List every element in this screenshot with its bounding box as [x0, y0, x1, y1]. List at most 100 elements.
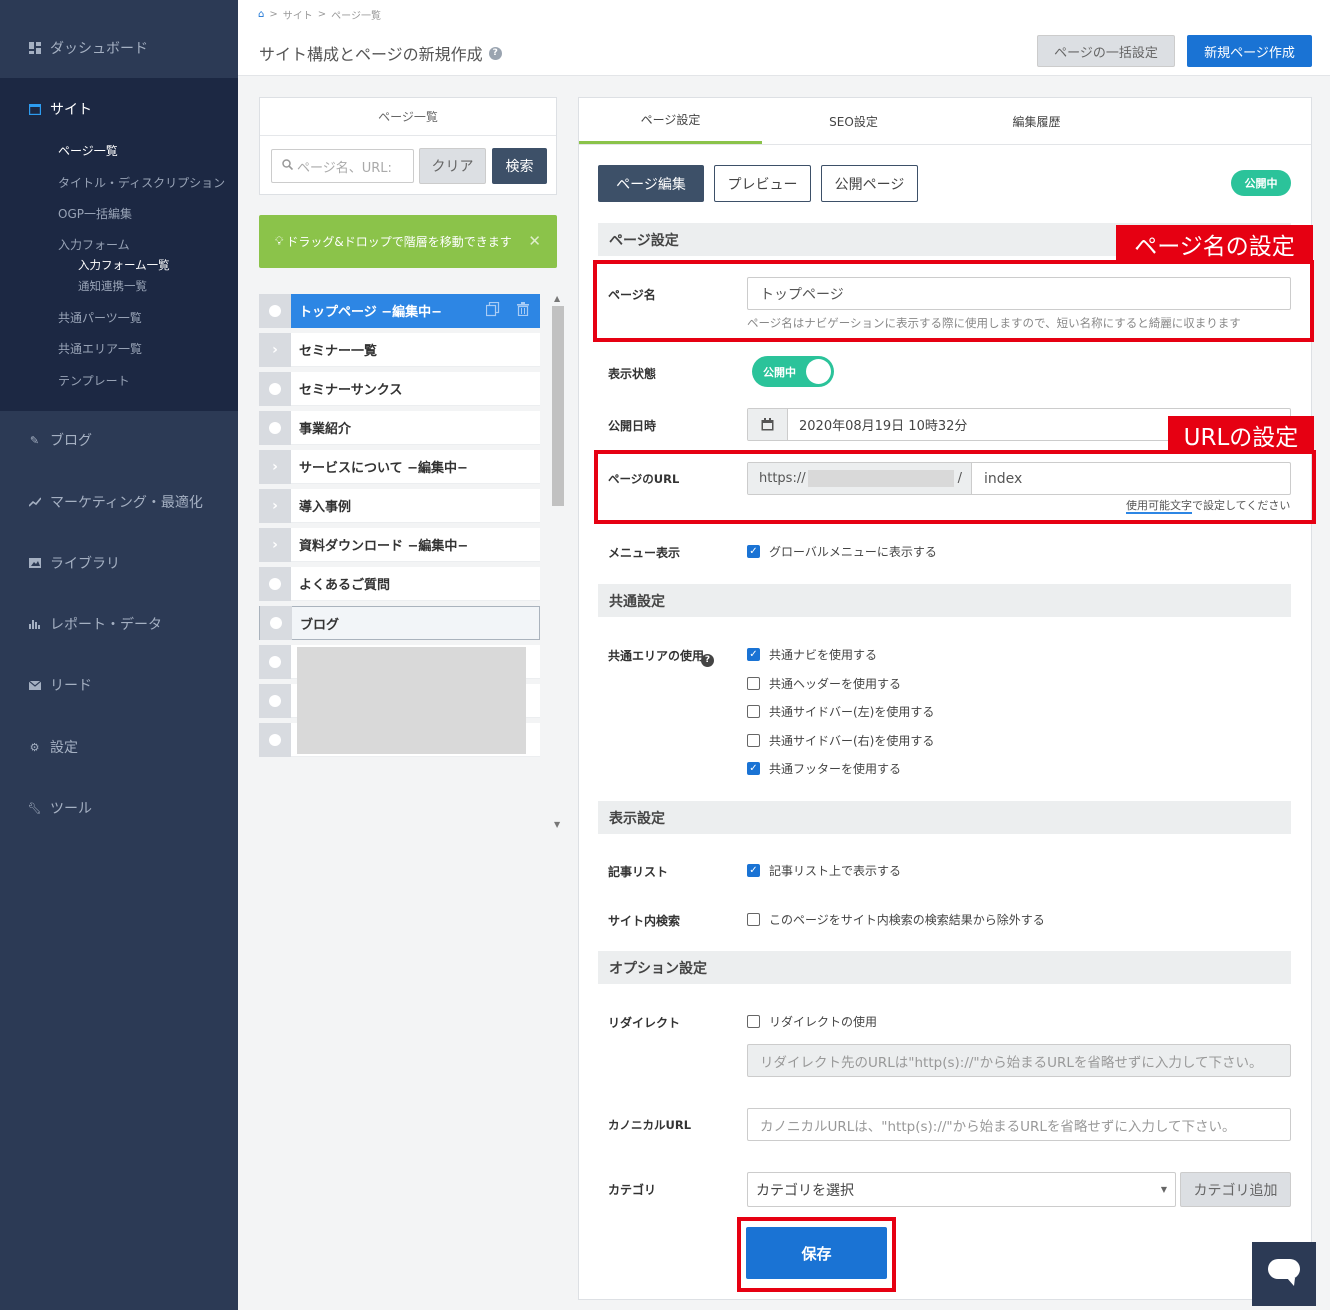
- tab-page-settings[interactable]: ページ設定: [579, 98, 762, 144]
- canonical-url-input[interactable]: カノニカルURLは、"http(s)://"から始まるURLを省略せずに入力して…: [747, 1108, 1291, 1141]
- tree-row[interactable]: › 導入事例: [259, 488, 540, 523]
- sidebar-sub-page-list[interactable]: ページ一覧: [58, 142, 118, 159]
- page-list-scrollbar[interactable]: ▲ ▼: [552, 294, 564, 832]
- search-button[interactable]: 検索: [492, 148, 547, 184]
- display-state-label: 表示状態: [608, 367, 657, 381]
- tree-row[interactable]: ブログ: [259, 606, 540, 640]
- article-list-label: 記事リスト: [608, 865, 669, 879]
- expand-toggle[interactable]: ›: [259, 332, 291, 367]
- drag-handle[interactable]: [259, 293, 291, 328]
- scroll-up-icon[interactable]: ▲: [554, 294, 560, 303]
- sidebar-sub-input-form-list[interactable]: 入力フォーム一覧: [78, 257, 170, 273]
- save-button[interactable]: 保存: [746, 1227, 887, 1279]
- drag-handle[interactable]: [259, 371, 291, 406]
- calendar-icon[interactable]: [748, 409, 788, 440]
- redirect-url-input[interactable]: リダイレクト先のURLは"http(s)://"から始まるURLを省略せずに入力…: [747, 1044, 1291, 1077]
- dot-icon: [269, 694, 281, 707]
- sidebar-sub-ogp[interactable]: OGP一括編集: [58, 205, 132, 222]
- tree-row[interactable]: セミナーサンクス: [259, 371, 540, 406]
- sidebar-sub-input-form[interactable]: 入力フォーム: [58, 236, 130, 253]
- sidebar-label: レポート・データ: [50, 617, 162, 633]
- close-icon[interactable]: ✕: [528, 232, 541, 250]
- tree-label: セミナーサンクス: [299, 383, 403, 398]
- chat-button[interactable]: [1252, 1242, 1316, 1306]
- tree-label: 事業紹介: [299, 422, 352, 437]
- checkbox-empty-icon: [747, 677, 760, 690]
- sidebar-item-settings[interactable]: ⚙ 設定: [0, 736, 238, 758]
- expand-toggle[interactable]: ›: [259, 488, 291, 523]
- common-area-label: 共通エリアの使用?: [608, 647, 715, 667]
- sidebar-sub-parts[interactable]: 共通パーツ一覧: [58, 309, 142, 326]
- notice-text: ドラッグ&ドロップで階層を移動できます: [286, 235, 512, 249]
- article-list-checkbox[interactable]: ✓ 記事リスト上で表示する: [747, 862, 901, 879]
- sidebar-label: ブログ: [50, 433, 92, 449]
- help-icon[interactable]: ?: [488, 46, 502, 60]
- help-icon[interactable]: ?: [701, 653, 715, 667]
- common-header-checkbox[interactable]: 共通ヘッダーを使用する: [747, 675, 901, 692]
- drag-handle[interactable]: [259, 566, 291, 601]
- common-footer-checkbox[interactable]: ✓ 共通フッターを使用する: [747, 760, 901, 777]
- tree-row[interactable]: › 資料ダウンロード −編集中−: [259, 527, 540, 562]
- dot-icon: [269, 733, 281, 746]
- common-sidebar-left-checkbox[interactable]: 共通サイドバー(左)を使用する: [747, 703, 934, 720]
- scroll-thumb[interactable]: [552, 306, 564, 506]
- toggle-label: 公開中: [763, 366, 796, 379]
- tree-row[interactable]: 事業紹介: [259, 410, 540, 445]
- tree-row[interactable]: › セミナー一覧: [259, 332, 540, 367]
- pencil-icon: ✎: [29, 433, 40, 447]
- sidebar-sub-title-desc[interactable]: タイトル・ディスクリプション: [58, 174, 225, 191]
- expand-toggle[interactable]: ›: [259, 449, 291, 484]
- tab-seo-settings[interactable]: SEO設定: [762, 98, 945, 144]
- sidebar-sub-area[interactable]: 共通エリア一覧: [58, 340, 142, 357]
- checkbox-empty-icon: [747, 1015, 760, 1028]
- drag-handle[interactable]: [259, 683, 291, 718]
- drag-handle[interactable]: [259, 722, 291, 757]
- trash-icon[interactable]: [517, 302, 529, 320]
- sidebar-item-blog[interactable]: ✎ ブログ: [0, 429, 238, 451]
- search-placeholder: ページ名、URL:: [297, 160, 392, 176]
- bulk-settings-button[interactable]: ページの一括設定: [1037, 35, 1175, 67]
- sidebar-sub-template[interactable]: テンプレート: [58, 372, 130, 389]
- scroll-down-icon[interactable]: ▼: [554, 820, 560, 829]
- common-nav-checkbox[interactable]: ✓ 共通ナビを使用する: [747, 646, 877, 663]
- tree-row[interactable]: › サービスについて −編集中−: [259, 449, 540, 484]
- sidebar-item-report[interactable]: レポート・データ: [0, 613, 238, 635]
- sidebar-item-site[interactable]: サイト: [0, 98, 238, 120]
- sidebar-label: リード: [50, 678, 92, 694]
- add-category-button[interactable]: カテゴリ追加: [1180, 1172, 1291, 1207]
- tab-divider: [579, 144, 1311, 145]
- preview-button[interactable]: プレビュー: [714, 165, 811, 202]
- expand-toggle[interactable]: ›: [259, 527, 291, 562]
- tab-edit-history[interactable]: 編集履歴: [945, 98, 1128, 144]
- checkbox-empty-icon: [747, 913, 760, 926]
- search-input[interactable]: ページ名、URL:: [271, 149, 414, 183]
- global-menu-checkbox[interactable]: ✓ グローバルメニューに表示する: [747, 543, 937, 560]
- exclude-search-checkbox[interactable]: このページをサイト内検索の検索結果から除外する: [747, 911, 1045, 928]
- url-annotation: URLの設定: [1168, 416, 1314, 454]
- tree-row-top[interactable]: トップページ −編集中−: [259, 293, 540, 328]
- redirect-checkbox[interactable]: リダイレクトの使用: [747, 1013, 877, 1030]
- breadcrumb-site[interactable]: サイト: [283, 7, 313, 22]
- sidebar-item-library[interactable]: ライブラリ: [0, 552, 238, 574]
- drag-handle[interactable]: [260, 606, 292, 640]
- sidebar-item-tools[interactable]: 🔧︎ ツール: [0, 797, 238, 819]
- tree-row[interactable]: よくあるご質問: [259, 566, 540, 601]
- common-sidebar-right-checkbox[interactable]: 共通サイドバー(右)を使用する: [747, 732, 934, 749]
- page-edit-button[interactable]: ページ編集: [598, 165, 704, 202]
- home-icon[interactable]: ⌂: [258, 9, 264, 20]
- tree-label: サービスについて −編集中−: [299, 461, 468, 476]
- sidebar-item-dashboard[interactable]: ダッシュボード: [0, 37, 238, 59]
- sidebar-sub-notify[interactable]: 通知連携一覧: [78, 278, 147, 294]
- chevron-right-icon: ›: [272, 458, 278, 475]
- public-page-button[interactable]: 公開ページ: [821, 165, 918, 202]
- clear-button[interactable]: クリア: [419, 148, 486, 184]
- sidebar-item-marketing[interactable]: マーケティング・最適化: [0, 491, 238, 513]
- drag-handle[interactable]: [259, 644, 291, 679]
- category-select[interactable]: カテゴリを選択 ▼: [747, 1172, 1176, 1207]
- status-badge: 公開中: [1231, 170, 1291, 196]
- copy-icon[interactable]: [485, 301, 500, 321]
- new-page-button[interactable]: 新規ページ作成: [1187, 35, 1312, 67]
- display-toggle[interactable]: 公開中: [752, 356, 834, 387]
- sidebar-item-lead[interactable]: リード: [0, 674, 238, 696]
- drag-handle[interactable]: [259, 410, 291, 445]
